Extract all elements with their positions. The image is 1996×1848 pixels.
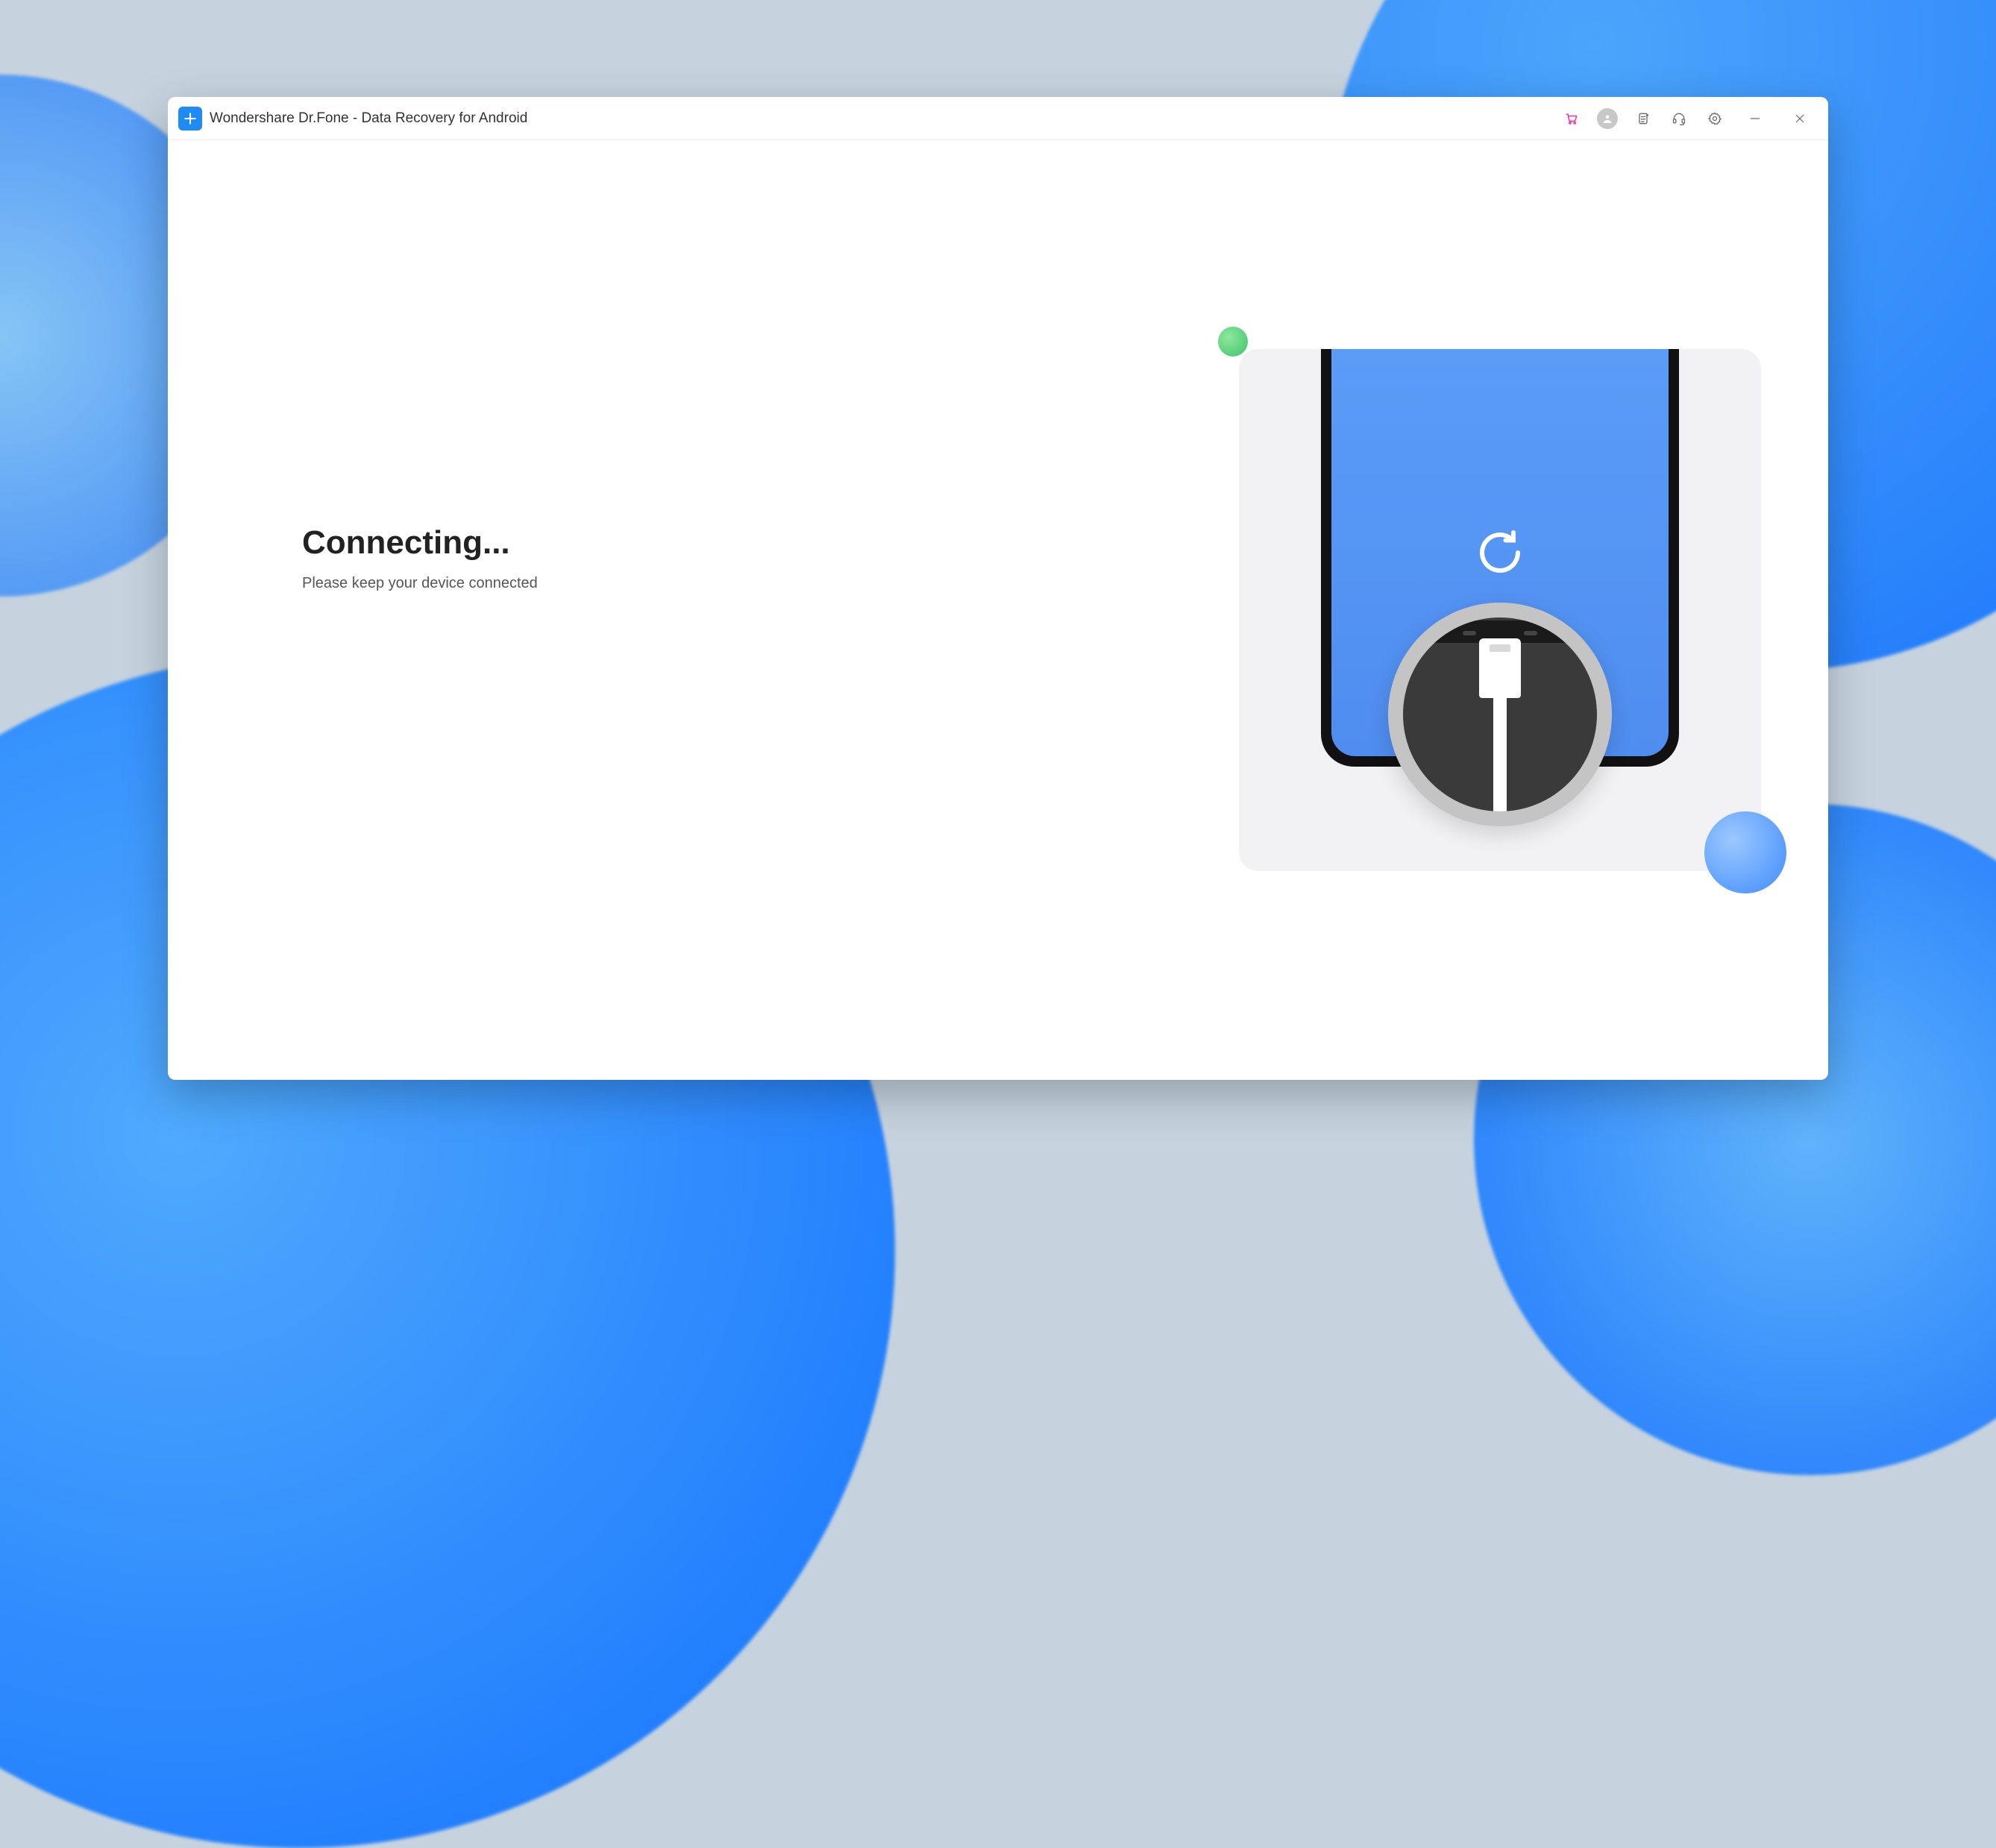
content-area: Connecting... Please keep your device co… xyxy=(168,140,1828,1080)
minimize-button[interactable] xyxy=(1734,102,1776,135)
sync-icon xyxy=(1464,517,1536,588)
cart-button[interactable] xyxy=(1555,102,1588,135)
headset-icon xyxy=(1672,111,1686,126)
minimize-icon xyxy=(1750,113,1760,124)
cart-icon xyxy=(1564,111,1579,126)
status-heading: Connecting... xyxy=(302,524,1231,562)
app-window: Wondershare Dr.Fone - Data Recovery for … xyxy=(168,97,1828,1080)
app-title: Wondershare Dr.Fone - Data Recovery for … xyxy=(210,110,527,127)
feedback-button[interactable] xyxy=(1627,102,1660,135)
settings-button[interactable] xyxy=(1698,102,1731,135)
status-subtext: Please keep your device connected xyxy=(302,575,1231,592)
close-button[interactable] xyxy=(1779,102,1821,135)
close-icon xyxy=(1795,113,1805,124)
usb-cable-graphic xyxy=(1493,698,1507,811)
status-pane: Connecting... Please keep your device co… xyxy=(227,524,1231,682)
clipboard-icon xyxy=(1636,111,1651,126)
usb-plug-graphic xyxy=(1479,638,1521,698)
app-logo-icon xyxy=(178,107,202,131)
titlebar: Wondershare Dr.Fone - Data Recovery for … xyxy=(168,97,1828,140)
support-button[interactable] xyxy=(1663,102,1695,135)
usb-magnifier xyxy=(1388,603,1612,826)
account-button[interactable] xyxy=(1591,102,1624,135)
user-icon xyxy=(1597,108,1618,129)
connecting-illustration xyxy=(1231,319,1769,886)
titlebar-actions xyxy=(1555,102,1821,135)
decoration-dot-blue xyxy=(1704,811,1786,893)
decoration-dot-green xyxy=(1218,327,1248,356)
gear-icon xyxy=(1707,111,1722,126)
illustration-card xyxy=(1239,349,1761,871)
